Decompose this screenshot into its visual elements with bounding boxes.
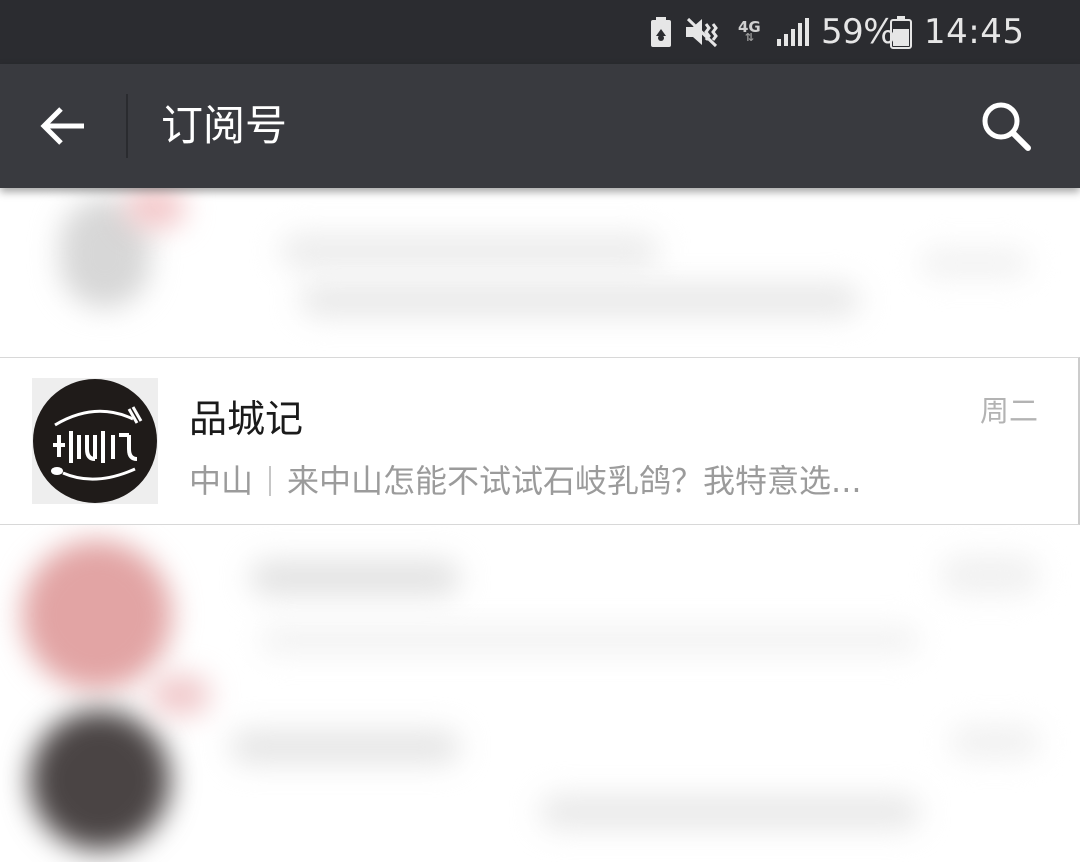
toolbar-divider: [126, 94, 128, 158]
blurred-list-item: [0, 188, 1080, 357]
row-source: 中山: [189, 462, 254, 500]
signal-icon: [776, 0, 810, 64]
page-title: 订阅号: [161, 101, 288, 150]
separator: [269, 466, 272, 496]
avatar: [32, 378, 158, 504]
row-time: 周二: [979, 394, 1038, 428]
status-bar: 4G ⇅ 59% 14:45: [0, 0, 1080, 64]
back-button[interactable]: [28, 94, 98, 158]
pinchengji-logo: [33, 379, 157, 503]
battery-icon: [889, 0, 913, 64]
toolbar: 订阅号: [0, 64, 1080, 188]
search-button[interactable]: [972, 92, 1040, 160]
arrow-left-icon: [40, 107, 84, 145]
battery-saver-icon: [648, 0, 674, 64]
clock: 14:45: [924, 12, 1025, 52]
blurred-preview: [540, 795, 920, 829]
row-preview: 中山 来中山怎能不试试石岐乳鸽？我特意选...: [189, 456, 862, 502]
blurred-time: [920, 248, 1030, 278]
data-arrows-icon: ⇅: [744, 31, 754, 44]
battery-percent: 59%: [821, 12, 896, 52]
vibrate-mute-icon: [684, 0, 720, 64]
blurred-badge: [150, 675, 210, 715]
blurred-preview: [260, 625, 920, 655]
blurred-avatar: [22, 540, 172, 690]
network-4g-icon: 4G ⇅: [738, 0, 761, 64]
blurred-list-items: [0, 525, 1080, 862]
list-item[interactable]: 品城记 周二 中山 来中山怎能不试试石岐乳鸽？我特意选...: [0, 357, 1080, 525]
blurred-preview: [300, 283, 860, 317]
blurred-title: [230, 730, 460, 764]
blurred-time: [950, 725, 1040, 759]
blurred-avatar: [30, 710, 170, 850]
blurred-title: [280, 233, 660, 269]
row-title: 品城记: [189, 397, 304, 441]
row-preview-text: 来中山怎能不试试石岐乳鸽？我特意选...: [287, 462, 862, 500]
blurred-badge: [125, 188, 185, 228]
search-icon: [982, 102, 1031, 151]
blurred-time: [940, 555, 1040, 595]
blurred-title: [250, 560, 460, 596]
